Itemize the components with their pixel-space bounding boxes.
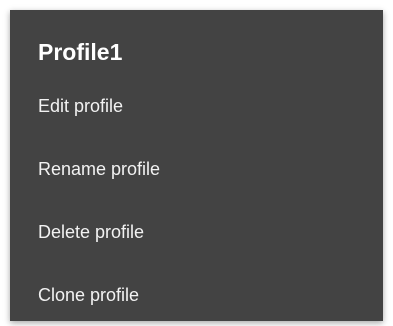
rename-profile-label: Rename profile	[38, 158, 161, 179]
edit-profile-label: Edit profile	[38, 95, 124, 116]
profile-context-menu: Profile1 Edit profile Rename profile Del…	[10, 10, 383, 321]
delete-profile-item[interactable]: Delete profile	[10, 200, 383, 263]
menu-title: Profile1	[38, 39, 123, 65]
edit-profile-item[interactable]: Edit profile	[10, 74, 383, 137]
delete-profile-label: Delete profile	[38, 221, 145, 242]
clone-profile-label: Clone profile	[38, 284, 140, 305]
clone-profile-item[interactable]: Clone profile	[10, 263, 383, 326]
rename-profile-item[interactable]: Rename profile	[10, 137, 383, 200]
